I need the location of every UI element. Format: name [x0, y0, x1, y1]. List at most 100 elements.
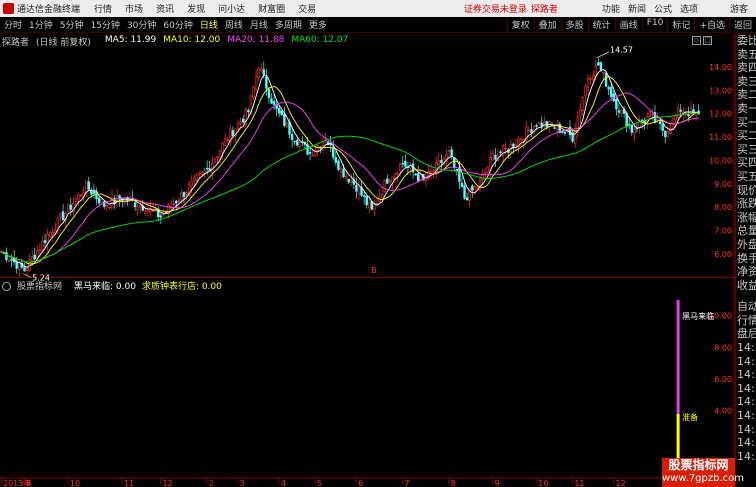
sidebar-quote-item[interactable]: 买一: [736, 116, 756, 130]
candle-body: [357, 187, 361, 195]
x-tick-label: 10: [70, 479, 80, 487]
indicator-title[interactable]: 股票指标网: [2, 279, 68, 292]
sidebar-quote-item[interactable]: 卖一: [736, 102, 756, 116]
stock-title[interactable]: 探路者 (日线 前复权): [2, 35, 98, 48]
sidebar-quote-item[interactable]: 买四: [736, 156, 756, 170]
candle-body: [97, 197, 101, 204]
candlestick-series: [0, 58, 700, 277]
price-tick-label: 12.00: [709, 110, 732, 119]
candle-body: [651, 113, 654, 116]
candle-body: [290, 134, 294, 140]
candle-body: [36, 250, 39, 258]
sidebar-quote-item[interactable]: 现价: [736, 184, 756, 198]
candle-body: [139, 205, 142, 208]
sidebar-quote-item[interactable]: 涨幅: [736, 211, 756, 225]
sidebar-indicator-item[interactable]: 14:50: [736, 436, 756, 450]
sidebar-quote-item[interactable]: 卖三: [736, 75, 756, 89]
candle-body: [175, 200, 178, 204]
candle-body: [66, 204, 70, 212]
candle-body: [664, 130, 667, 138]
chart-canvas[interactable]: 6.00 7.00 8.00 9.00 10.00 11.00 12.00 13.00 14.0…: [0, 0, 756, 487]
candle-body: [190, 181, 193, 187]
candle-body: [396, 172, 399, 175]
sidebar-quote-item[interactable]: 净资: [736, 265, 756, 279]
candle-body: [463, 185, 466, 199]
candle-body: [676, 107, 680, 118]
x-tick-label: 2: [209, 479, 214, 487]
sidebar-quote-item[interactable]: 涨跌: [736, 197, 756, 211]
sidebar-quote-item[interactable]: 委比: [736, 34, 756, 48]
sidebar-indicator-item[interactable]: 盘后: [736, 327, 756, 341]
candle-body: [59, 213, 62, 217]
candle-body: [33, 254, 36, 260]
candle-body: [25, 268, 29, 272]
chart-grid: [0, 66, 735, 411]
sidebar-indicator-item[interactable]: 14:50: [736, 423, 756, 437]
sidebar-quote-item[interactable]: 卖五: [736, 48, 756, 62]
price-tick-label: 10.00: [709, 156, 732, 165]
candle-body: [223, 138, 227, 146]
panel-maximize-icon[interactable]: □: [703, 36, 712, 45]
sidebar-indicator-item[interactable]: 14:50: [736, 409, 756, 423]
sidebar-quote-item[interactable]: 卖二: [736, 88, 756, 102]
candle-body: [56, 217, 60, 229]
sidebar-quote-item[interactable]: 买五: [736, 170, 756, 184]
candle-body: [267, 88, 271, 98]
candle-body: [455, 168, 459, 171]
indicator-name: 股票指标网: [17, 282, 63, 292]
x-tick-label: 6: [358, 479, 363, 487]
sidebar-indicator-item[interactable]: 14:50: [736, 368, 756, 382]
candle-body: [10, 258, 13, 261]
candle-body: [342, 168, 345, 178]
candle-body: [347, 178, 350, 183]
sidebar-indicator-item[interactable]: 14:50: [736, 382, 756, 396]
sidebar-indicator-item[interactable]: 行情: [736, 314, 756, 328]
sidebar-indicator-item[interactable]: 自动: [736, 300, 756, 314]
candle-body: [437, 160, 440, 166]
candle-body: [491, 153, 495, 161]
sidebar-indicator-item[interactable]: 14:50: [736, 341, 756, 355]
price-tick-label: 11.00: [709, 133, 732, 142]
candle-body: [146, 209, 150, 212]
x-tick-label: 9: [26, 479, 31, 487]
sidebar-quote-item[interactable]: 买三: [736, 143, 756, 157]
sidebar-quote-item[interactable]: 换手: [736, 252, 756, 266]
site-watermark: 股票指标网 www.7gpzb.com: [662, 458, 744, 487]
candle-body: [589, 78, 592, 80]
sidebar-quote-item[interactable]: 收益: [736, 279, 756, 293]
panel-settings-icon[interactable]: ◇: [692, 36, 701, 45]
sidebar-quote-item[interactable]: 总量: [736, 224, 756, 238]
ma60-label: MA60: 12.07: [291, 35, 349, 45]
candle-body: [30, 256, 34, 261]
candle-body: [231, 130, 235, 137]
candle-body: [74, 198, 78, 202]
sidebar-quote-item[interactable]: 外盘: [736, 238, 756, 252]
candle-body: [483, 172, 487, 174]
candle-body: [679, 109, 682, 112]
candle-body: [424, 178, 428, 181]
sidebar-quote-item[interactable]: 买二: [736, 129, 756, 143]
x-tick-label: 4: [281, 479, 286, 487]
sidebar-quote-item[interactable]: 卖四: [736, 61, 756, 75]
candle-body: [386, 178, 389, 184]
x-tick-label: 7: [404, 479, 409, 487]
candle-body: [494, 154, 497, 160]
sidebar-indicator-item[interactable]: 14:50: [736, 355, 756, 369]
candle-body: [355, 185, 358, 192]
candle-body: [504, 147, 507, 150]
candle-body: [332, 146, 335, 158]
sidebar-indicator-item[interactable]: 14:50: [736, 450, 756, 464]
candle-body: [205, 167, 209, 170]
candle-body: [416, 173, 420, 182]
candle-body: [200, 171, 204, 175]
candle-body: [285, 122, 289, 127]
candle-body: [527, 129, 531, 132]
candle-body: [280, 110, 284, 116]
candle-body: [115, 195, 119, 206]
sidebar-indicator-item[interactable]: 14:50: [736, 395, 756, 409]
candle-body: [339, 168, 343, 173]
quote-sidebar: 委比 卖五 卖四 卖三 卖二 卖一 买一 买二 买三 买四 买五 现价 涨跌 涨幅 总量 外盘 换手 净资 收益 自…: [735, 34, 756, 487]
indicator-line1-label: 黑马来临: 0.00: [74, 282, 136, 292]
candle-body: [450, 149, 453, 157]
candle-body: [404, 160, 407, 167]
